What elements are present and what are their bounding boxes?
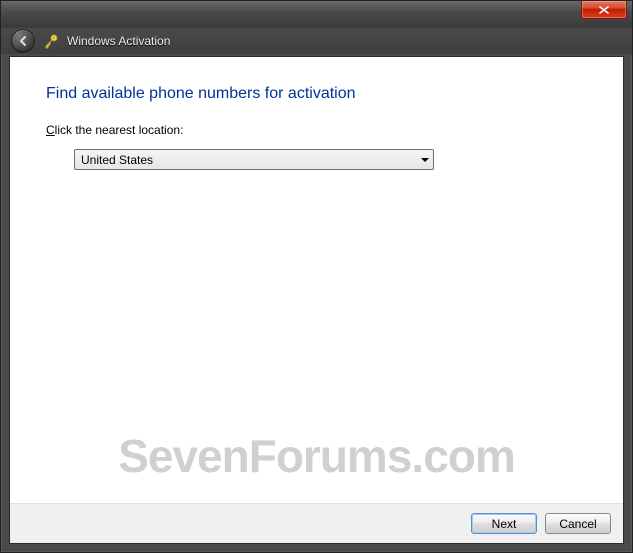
window-title: Windows Activation — [67, 34, 170, 48]
titlebar — [1, 1, 632, 28]
footer: Next Cancel — [10, 503, 623, 543]
close-icon — [599, 6, 609, 14]
cancel-button[interactable]: Cancel — [545, 513, 611, 534]
activation-window: Windows Activation Find available phone … — [0, 0, 633, 553]
page-heading: Find available phone numbers for activat… — [46, 85, 587, 103]
nav-row: Windows Activation — [1, 28, 632, 54]
back-arrow-icon — [16, 34, 30, 48]
instruction-text: Click the nearest location: — [46, 123, 587, 137]
location-selected-value: United States — [81, 153, 153, 167]
location-dropdown[interactable]: United States — [74, 149, 434, 170]
activation-key-icon — [43, 33, 59, 49]
back-button[interactable] — [11, 29, 35, 53]
close-button[interactable] — [581, 1, 627, 19]
client-area: Find available phone numbers for activat… — [9, 56, 624, 544]
content-area: Find available phone numbers for activat… — [10, 57, 623, 503]
chevron-down-icon — [421, 158, 429, 162]
next-button[interactable]: Next — [471, 513, 537, 534]
